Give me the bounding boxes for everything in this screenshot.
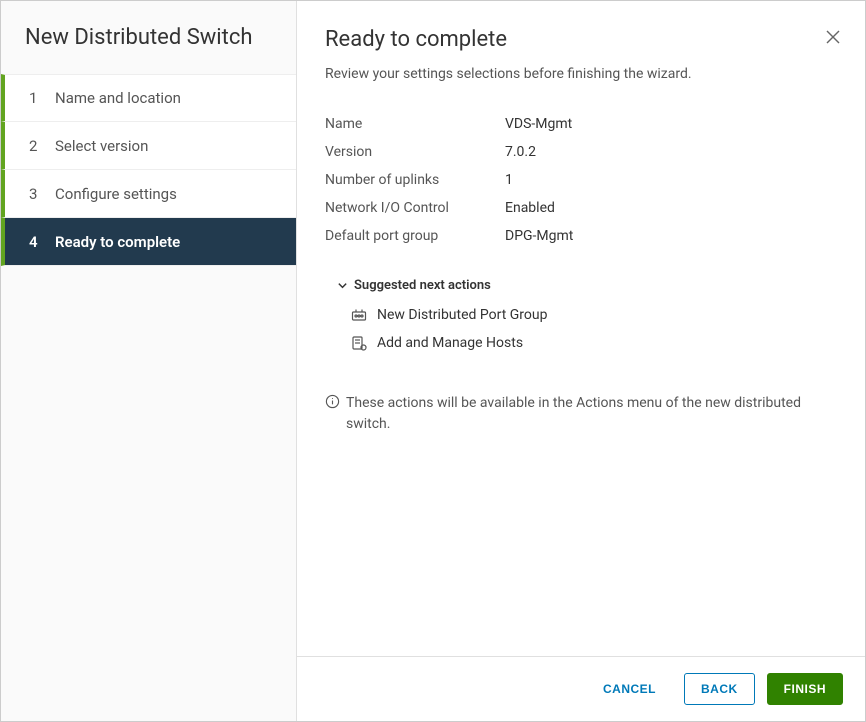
step-number: 1 <box>29 89 49 107</box>
action-new-port-group: New Distributed Port Group <box>337 301 825 329</box>
summary-value: 1 <box>505 172 513 188</box>
summary-row-nioc: Network I/O Control Enabled <box>325 194 837 222</box>
step-label: Configure settings <box>55 185 177 203</box>
finish-button[interactable]: FINISH <box>767 673 843 705</box>
back-button[interactable]: BACK <box>684 673 755 705</box>
page-title: Ready to complete <box>325 27 837 52</box>
wizard-content: Ready to complete Review your settings s… <box>297 1 865 721</box>
info-icon <box>325 394 340 416</box>
step-number: 4 <box>29 233 49 251</box>
info-note: These actions will be available in the A… <box>297 393 865 435</box>
action-label: New Distributed Port Group <box>377 307 547 323</box>
close-icon <box>825 29 841 45</box>
summary-row-version: Version 7.0.2 <box>325 138 837 166</box>
summary-value: Enabled <box>505 200 555 216</box>
summary-value: VDS-Mgmt <box>505 116 572 132</box>
wizard-title: New Distributed Switch <box>1 25 296 74</box>
summary-label: Number of uplinks <box>325 172 505 188</box>
action-label: Add and Manage Hosts <box>377 335 523 351</box>
suggested-actions-title: Suggested next actions <box>354 278 491 293</box>
hosts-icon <box>351 335 367 351</box>
action-add-hosts: Add and Manage Hosts <box>337 329 825 357</box>
content-header: Ready to complete Review your settings s… <box>297 1 865 90</box>
page-subtitle: Review your settings selections before f… <box>325 66 837 82</box>
step-name-location[interactable]: 1 Name and location <box>1 74 296 122</box>
summary-value: DPG-Mgmt <box>505 228 573 244</box>
portgroup-icon <box>351 307 367 323</box>
wizard-modal: New Distributed Switch 1 Name and locati… <box>0 0 866 722</box>
step-label: Ready to complete <box>55 233 180 251</box>
summary-table: Name VDS-Mgmt Version 7.0.2 Number of up… <box>297 90 865 256</box>
suggested-actions-toggle[interactable]: Suggested next actions <box>337 278 825 293</box>
summary-label: Default port group <box>325 228 505 244</box>
step-configure-settings[interactable]: 3 Configure settings <box>1 170 296 218</box>
summary-label: Name <box>325 116 505 132</box>
step-ready-complete[interactable]: 4 Ready to complete <box>1 218 296 266</box>
summary-label: Network I/O Control <box>325 200 505 216</box>
summary-row-portgroup: Default port group DPG-Mgmt <box>325 222 837 250</box>
step-label: Select version <box>55 137 148 155</box>
step-number: 3 <box>29 185 49 203</box>
cancel-button[interactable]: CANCEL <box>587 673 672 705</box>
summary-row-name: Name VDS-Mgmt <box>325 110 837 138</box>
summary-label: Version <box>325 144 505 160</box>
step-select-version[interactable]: 2 Select version <box>1 122 296 170</box>
step-number: 2 <box>29 137 49 155</box>
chevron-down-icon <box>337 280 348 291</box>
suggested-actions-section: Suggested next actions New Distributed P… <box>325 266 837 373</box>
wizard-sidebar: New Distributed Switch 1 Name and locati… <box>1 1 297 721</box>
close-button[interactable] <box>823 27 843 47</box>
wizard-footer: CANCEL BACK FINISH <box>297 656 865 721</box>
summary-row-uplinks: Number of uplinks 1 <box>325 166 837 194</box>
summary-value: 7.0.2 <box>505 144 536 160</box>
info-text: These actions will be available in the A… <box>346 393 837 435</box>
step-label: Name and location <box>55 89 181 107</box>
wizard-steps: 1 Name and location 2 Select version 3 C… <box>1 74 296 266</box>
